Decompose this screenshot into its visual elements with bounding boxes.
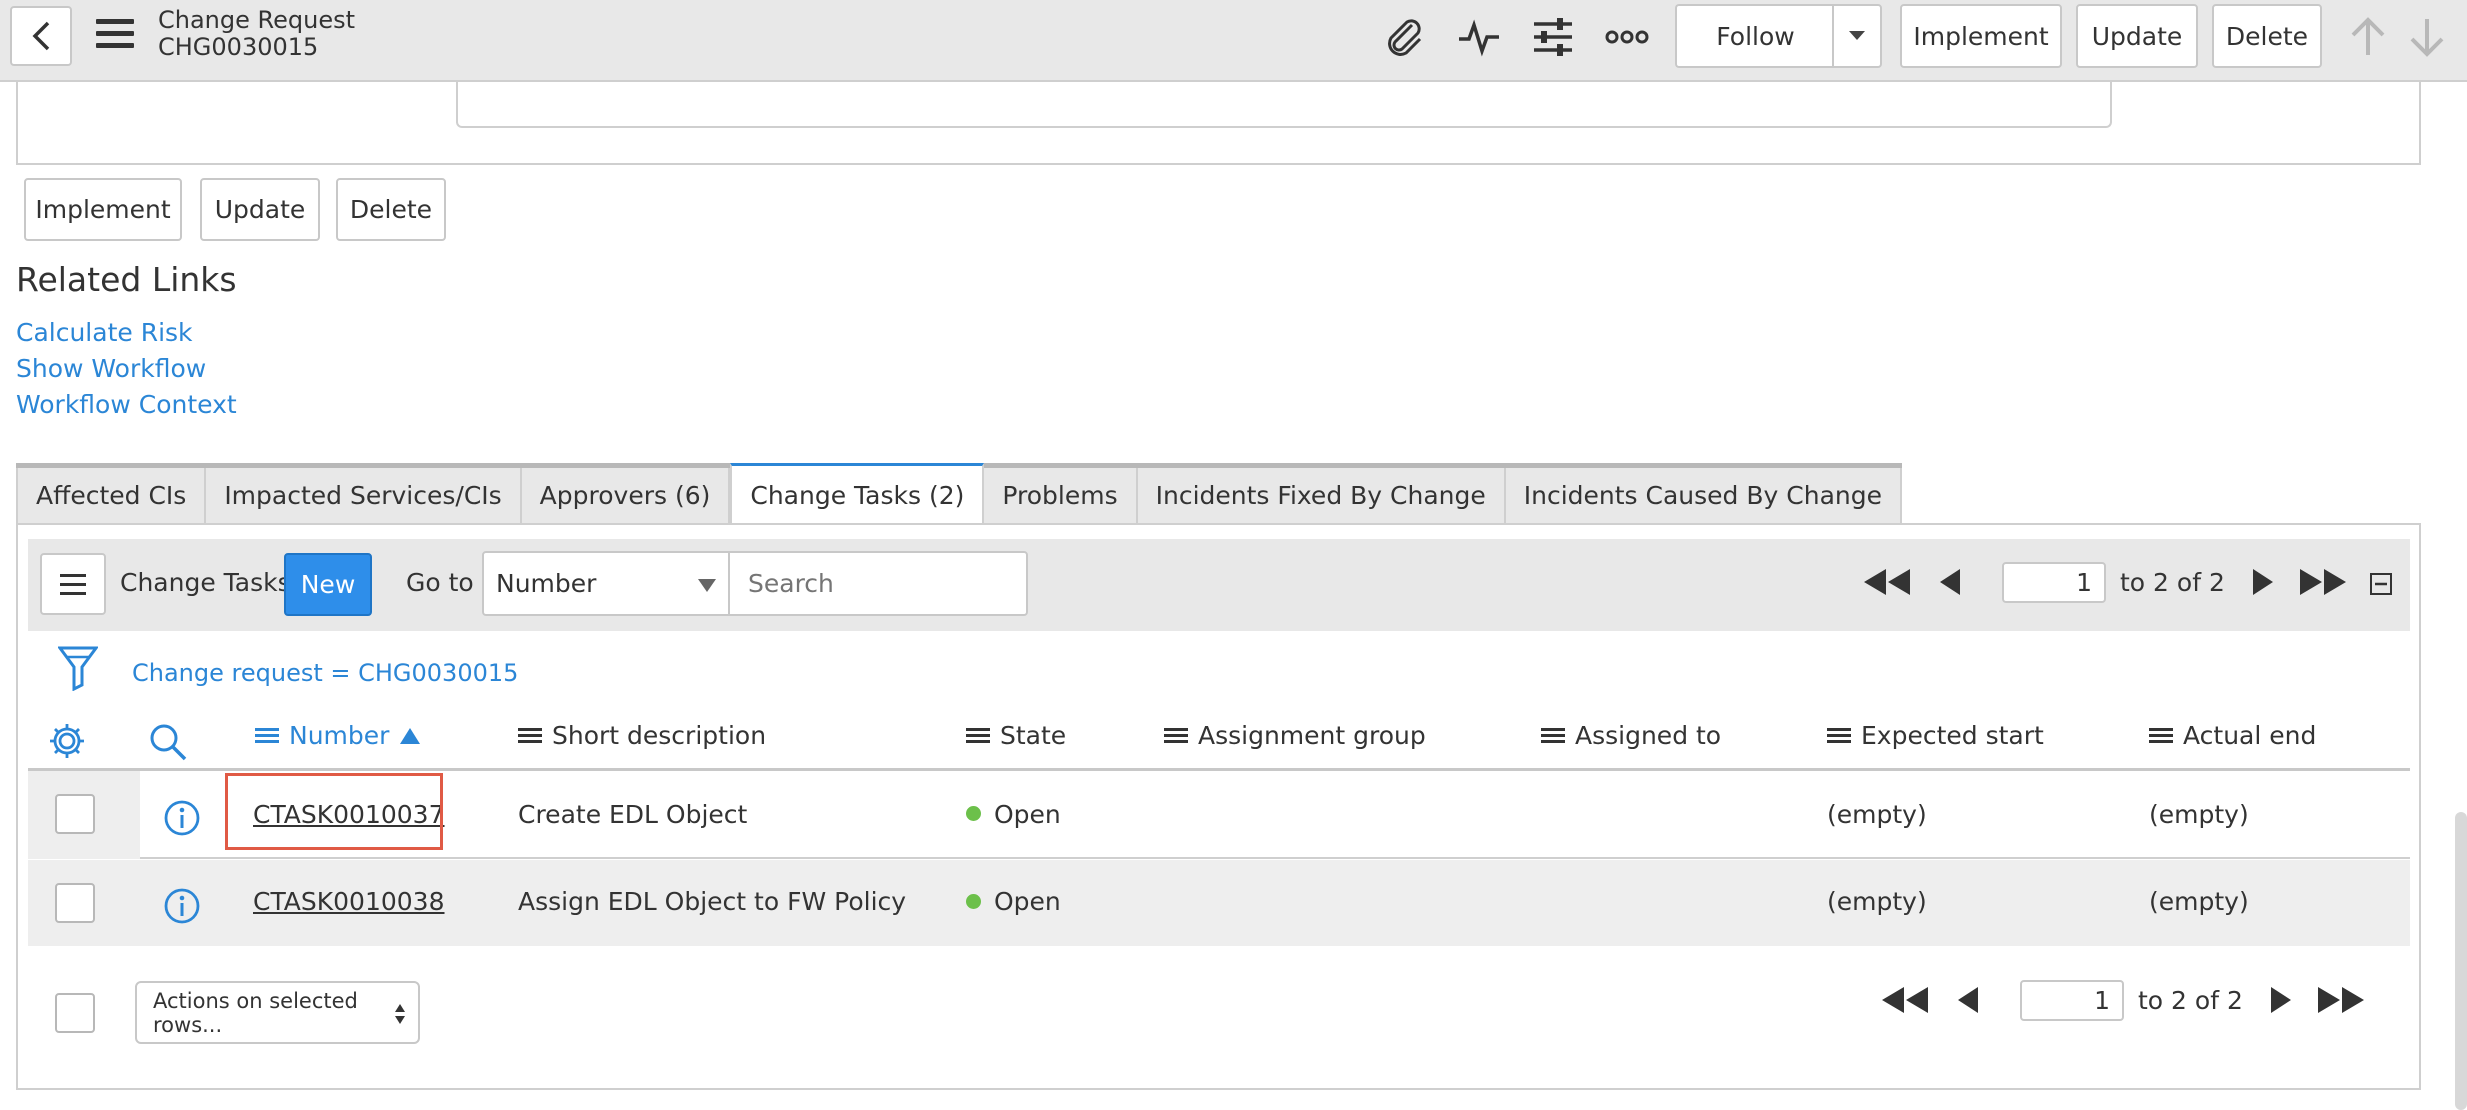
goto-label: Go to [406, 568, 474, 597]
back-icon [32, 21, 50, 51]
highlight-box [225, 773, 443, 850]
sort-ascending-icon [400, 727, 421, 744]
column-header-state[interactable]: State [966, 721, 1066, 750]
tab-impacted-services[interactable]: Impacted Services/CIs [206, 468, 522, 525]
column-header-short-description[interactable]: Short description [518, 721, 766, 750]
column-menu-icon[interactable] [2149, 725, 2173, 746]
implement-button-bottom[interactable]: Implement [24, 178, 182, 241]
column-menu-icon[interactable] [1827, 725, 1851, 746]
implement-button[interactable]: Implement [1900, 4, 2062, 68]
first-page-icon[interactable] [1862, 567, 1912, 597]
select-arrows-icon [395, 1004, 405, 1024]
show-workflow-link[interactable]: Show Workflow [16, 354, 206, 383]
delete-button[interactable]: Delete [2212, 4, 2322, 68]
workflow-context-link[interactable]: Workflow Context [16, 390, 237, 419]
info-icon[interactable] [163, 799, 201, 841]
tab-problems[interactable]: Problems [984, 468, 1138, 525]
last-page-icon[interactable] [2316, 985, 2366, 1015]
column-header-assigned-to[interactable]: Assigned to [1541, 721, 1721, 750]
state-cell: Open [994, 887, 1061, 916]
column-menu-icon[interactable] [255, 725, 279, 746]
calculate-risk-link[interactable]: Calculate Risk [16, 318, 193, 347]
list-menu-button[interactable] [40, 553, 106, 615]
activity-icon[interactable] [1456, 14, 1502, 60]
page-range-bottom: to 2 of 2 [2138, 986, 2243, 1015]
arrow-up-icon[interactable] [2345, 14, 2391, 60]
prev-page-icon[interactable] [1956, 985, 1980, 1015]
arrow-down-icon[interactable] [2404, 14, 2450, 60]
short-description-cell: Assign EDL Object to FW Policy [518, 887, 907, 916]
column-header-assignment-group[interactable]: Assignment group [1164, 721, 1426, 750]
row-checkbox[interactable] [55, 794, 95, 834]
page-number-input-bottom[interactable] [2020, 980, 2124, 1021]
search-input[interactable] [728, 551, 1028, 616]
gear-icon[interactable] [48, 722, 86, 760]
state-cell: Open [994, 800, 1061, 829]
expected-start-cell: (empty) [1827, 887, 1927, 916]
related-links-title: Related Links [16, 260, 237, 299]
update-button[interactable]: Update [2076, 4, 2198, 68]
actual-end-cell: (empty) [2149, 887, 2249, 916]
column-menu-icon[interactable] [1164, 725, 1188, 746]
task-number-link[interactable]: CTASK0010038 [253, 887, 445, 916]
back-button[interactable] [10, 6, 72, 66]
update-button-bottom[interactable]: Update [200, 178, 320, 241]
delete-button-bottom[interactable]: Delete [336, 178, 446, 241]
caret-down-icon [1849, 31, 1865, 40]
filter-breadcrumb[interactable]: Change request = CHG0030015 [132, 659, 518, 687]
short-description-cell: Create EDL Object [518, 800, 748, 829]
state-open-indicator [966, 894, 981, 909]
tab-change-tasks[interactable]: Change Tasks (2) [730, 463, 985, 525]
actions-select[interactable]: Actions on selected rows... [135, 981, 420, 1044]
tab-affected-cis[interactable]: Affected CIs [16, 468, 207, 525]
page-number-input[interactable] [2002, 562, 2106, 603]
tab-incidents-fixed[interactable]: Incidents Fixed By Change [1137, 468, 1506, 525]
related-list-tabs: Affected CIs Impacted Services/CIs Appro… [16, 463, 1902, 525]
info-icon[interactable] [163, 887, 201, 929]
actions-select-value: Actions on selected rows... [153, 988, 358, 1037]
prev-page-icon[interactable] [1938, 567, 1962, 597]
form-text-area[interactable] [456, 82, 2112, 128]
tab-approvers[interactable]: Approvers (6) [521, 468, 731, 525]
follow-dropdown-button[interactable] [1832, 4, 1882, 68]
expected-start-cell: (empty) [1827, 800, 1927, 829]
search-icon[interactable] [148, 722, 188, 762]
last-page-icon[interactable] [2298, 567, 2348, 597]
column-menu-icon[interactable] [966, 725, 990, 746]
row-checkbox[interactable] [55, 883, 95, 923]
sliders-icon[interactable] [1530, 14, 1576, 60]
menu-icon[interactable] [96, 19, 134, 49]
more-icon[interactable] [1604, 14, 1650, 60]
filter-icon[interactable] [57, 645, 99, 695]
new-button[interactable]: New [284, 553, 372, 616]
collapse-icon[interactable] [2370, 573, 2392, 595]
column-header-number[interactable]: Number [255, 721, 421, 750]
first-page-icon[interactable] [1880, 985, 1930, 1015]
column-header-actual-end[interactable]: Actual end [2149, 721, 2316, 750]
page-scrollbar[interactable] [2455, 812, 2467, 1110]
record-number: CHG0030015 [158, 33, 319, 61]
goto-field-value: Number [496, 569, 597, 598]
tab-incidents-caused[interactable]: Incidents Caused By Change [1505, 468, 1902, 525]
select-all-checkbox[interactable] [55, 993, 95, 1033]
next-page-icon[interactable] [2269, 985, 2293, 1015]
actual-end-cell: (empty) [2149, 800, 2249, 829]
column-menu-icon[interactable] [518, 725, 542, 746]
column-menu-icon[interactable] [1541, 725, 1565, 746]
select-caret-icon [698, 579, 716, 592]
column-header-expected-start[interactable]: Expected start [1827, 721, 2044, 750]
follow-button[interactable]: Follow [1675, 4, 1834, 68]
paperclip-icon[interactable] [1381, 14, 1427, 60]
list-title: Change Tasks [120, 568, 291, 597]
form-title: Change Request [158, 6, 356, 34]
goto-field-select[interactable]: Number [482, 551, 730, 616]
next-page-icon[interactable] [2251, 567, 2275, 597]
state-open-indicator [966, 806, 981, 821]
page-range: to 2 of 2 [2120, 568, 2225, 597]
